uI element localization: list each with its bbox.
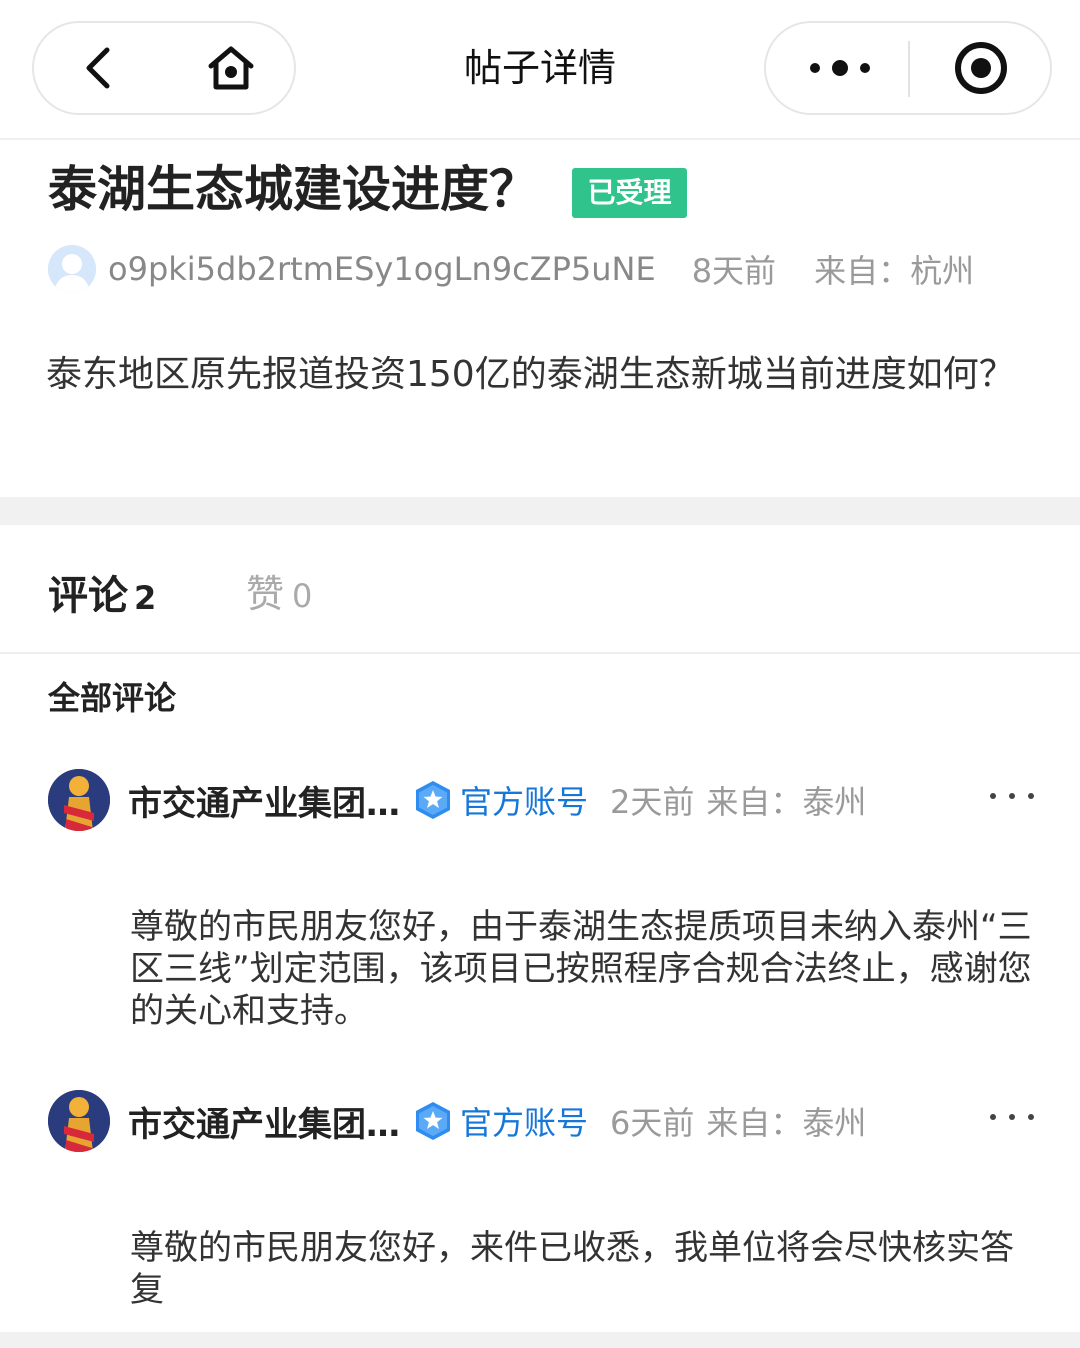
all-comments-heading: 全部评论 (48, 679, 177, 717)
more-dot (1009, 793, 1015, 799)
more-dot (1009, 1114, 1015, 1120)
comment-body: 尊敬的市民朋友您好，来件已收悉，我单位将会尽快核实答复 (130, 1228, 1014, 1310)
tab-likes-label: 赞 (246, 572, 285, 616)
nav-capsule-left (32, 21, 296, 115)
bottom-divider (0, 1332, 1080, 1348)
comment-more-button[interactable] (984, 1099, 1040, 1135)
comment-more-button[interactable] (984, 778, 1040, 814)
home-icon (208, 46, 254, 90)
more-dot (1028, 793, 1034, 799)
tab-comments-label: 评论 (48, 573, 128, 619)
org-avatar[interactable] (48, 1090, 110, 1152)
post-author-row: o9pki5db2rtmESy1ogLn9cZP5uNE 8天前 来自：杭州 (48, 244, 1038, 294)
post-title: 泰湖生态城建设进度？ (48, 161, 539, 218)
chevron-left-icon (86, 47, 110, 89)
comment-location: 来自：泰州 (706, 783, 867, 821)
section-divider (0, 497, 1080, 525)
default-avatar-icon[interactable] (48, 245, 96, 293)
comment-header: 市交通产业集团… 官方账号 2天前 来自：泰州 (48, 768, 1048, 832)
official-account-badge: 官方账号 (414, 777, 588, 823)
official-account-label: 官方账号 (460, 1104, 589, 1142)
post-body: 泰东地区原先报道投资150亿的泰湖生态新城当前进度如何？ (46, 354, 1015, 395)
comment-time: 6天前 (610, 1104, 695, 1142)
post-time: 8天前 (691, 252, 777, 290)
verified-star-icon (416, 1102, 450, 1140)
verified-star-icon (416, 781, 450, 819)
home-button[interactable] (176, 23, 286, 113)
tab-likes-count: 0 (292, 577, 313, 615)
official-account-label: 官方账号 (460, 783, 589, 821)
org-avatar[interactable] (48, 769, 110, 831)
comment-location: 来自：泰州 (706, 1104, 867, 1142)
more-dot (990, 1114, 996, 1120)
comment-author[interactable]: 市交通产业集团… (128, 776, 400, 825)
post-author-name[interactable]: o9pki5db2rtmESy1ogLn9cZP5uNE (108, 250, 656, 288)
nav-capsule-right (764, 21, 1052, 115)
post-location: 来自：杭州 (814, 252, 975, 290)
top-nav-bar: 帖子详情 (0, 0, 1080, 140)
comment-like-tabs: 评论 2 赞 0 (0, 525, 1080, 654)
tab-comments[interactable]: 评论 2 (48, 563, 156, 619)
close-miniprogram-button[interactable] (916, 23, 1046, 113)
capsule-divider (908, 41, 910, 97)
comment-time: 2天前 (610, 783, 695, 821)
page-title: 帖子详情 (463, 46, 616, 90)
back-button[interactable] (42, 23, 152, 113)
comment-author[interactable]: 市交通产业集团… (128, 1097, 400, 1146)
more-dots-icon (810, 60, 870, 76)
more-button[interactable] (776, 23, 904, 113)
more-dot (990, 793, 996, 799)
tab-comments-count: 2 (134, 579, 157, 617)
target-circle-icon (955, 42, 1007, 94)
official-account-badge: 官方账号 (414, 1098, 588, 1144)
status-badge: 已受理 (572, 168, 687, 218)
tab-likes[interactable]: 赞 0 (246, 563, 312, 619)
more-dot (1028, 1114, 1034, 1120)
comment-header: 市交通产业集团… 官方账号 6天前 来自：泰州 (48, 1089, 1048, 1153)
comment-body: 尊敬的市民朋友您好，由于泰湖生态提质项目未纳入泰州“三区三线”划定范围，该项目已… (130, 907, 1032, 1031)
